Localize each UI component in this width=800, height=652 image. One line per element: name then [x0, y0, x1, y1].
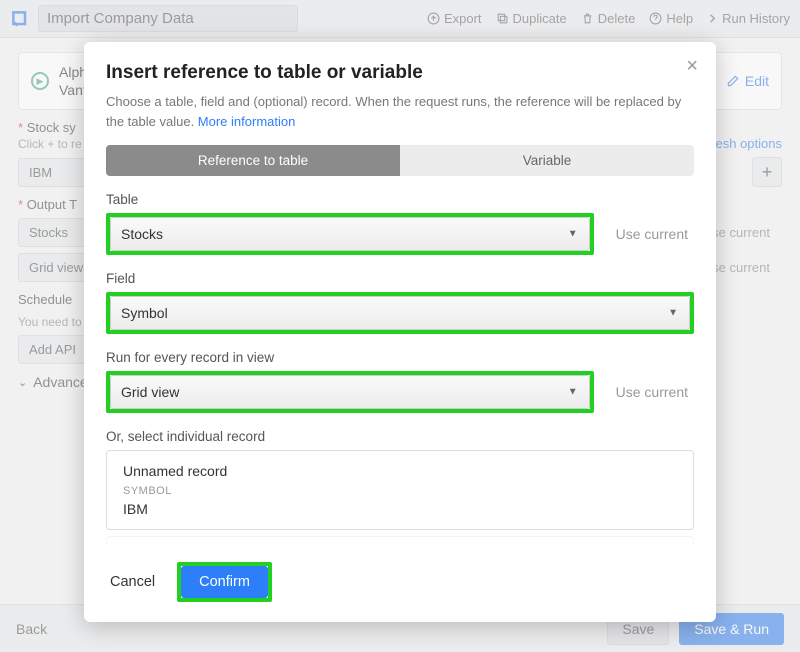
close-icon[interactable]: × — [686, 56, 698, 76]
insert-reference-modal: × Insert reference to table or variable … — [84, 42, 716, 622]
modal-title: Insert reference to table or variable — [106, 62, 694, 84]
view-label: Run for every record in view — [106, 350, 694, 365]
table-select[interactable]: Stocks — [110, 217, 590, 251]
field-select-highlight: Symbol ▼ — [106, 292, 694, 334]
modal-description: Choose a table, field and (optional) rec… — [106, 92, 694, 131]
record-title: Unnamed record — [123, 463, 677, 479]
view-field-group: Run for every record in view Grid view ▼… — [106, 350, 694, 413]
table-select-highlight: Stocks ▼ — [106, 213, 594, 255]
tab-reference-table[interactable]: Reference to table — [106, 145, 400, 176]
modal-overlay: × Insert reference to table or variable … — [0, 0, 800, 652]
field-label: Field — [106, 271, 694, 286]
modal-footer: Cancel Confirm — [84, 544, 716, 622]
use-current-button[interactable]: Use current — [610, 226, 694, 242]
field-field-group: Field Symbol ▼ — [106, 271, 694, 334]
confirm-button[interactable]: Confirm — [181, 566, 268, 598]
field-select[interactable]: Symbol — [110, 296, 690, 330]
record-option-faded[interactable] — [106, 536, 694, 544]
table-label: Table — [106, 192, 694, 207]
record-field-label: SYMBOL — [123, 485, 677, 497]
record-option[interactable]: Unnamed record SYMBOL IBM — [106, 450, 694, 530]
view-select-highlight: Grid view ▼ — [106, 371, 594, 413]
individual-record-group: Or, select individual record Unnamed rec… — [106, 429, 694, 544]
view-select[interactable]: Grid view — [110, 375, 590, 409]
confirm-highlight: Confirm — [177, 562, 272, 602]
record-field-value: IBM — [123, 501, 677, 517]
table-field-group: Table Stocks ▼ Use current — [106, 192, 694, 255]
more-info-link[interactable]: More information — [198, 114, 296, 129]
individual-record-label: Or, select individual record — [106, 429, 694, 444]
use-current-button[interactable]: Use current — [610, 384, 694, 400]
tab-variable[interactable]: Variable — [400, 145, 694, 176]
cancel-button[interactable]: Cancel — [106, 566, 159, 598]
reference-type-tabs: Reference to table Variable — [106, 145, 694, 176]
